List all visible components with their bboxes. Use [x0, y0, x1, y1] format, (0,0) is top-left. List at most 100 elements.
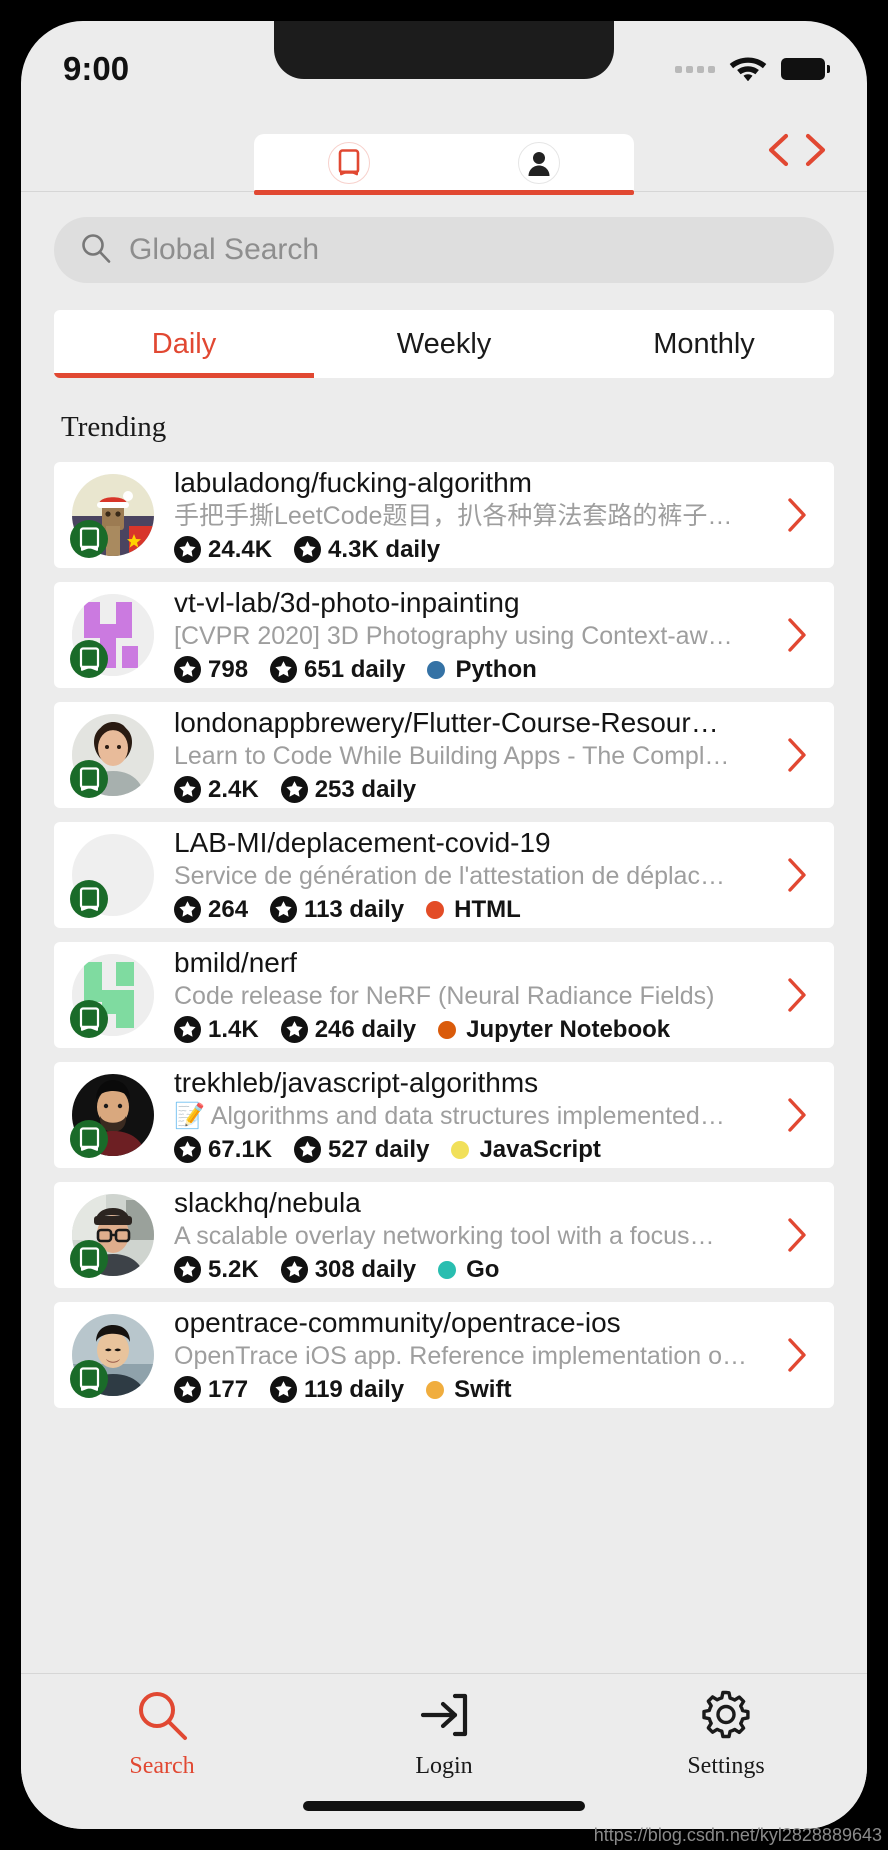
top-tabs	[254, 134, 634, 195]
repo-daily-stars: 4.3K daily	[294, 536, 440, 564]
repo-daily-stars: 119 daily	[270, 1376, 404, 1404]
repo-name: trekhleb/javascript-algorithms	[174, 1067, 539, 1099]
book-badge-icon	[70, 1240, 108, 1278]
repo-daily-stars: 651 daily	[270, 656, 405, 684]
repo-info: slackhq/nebula A scalable overlay network…	[174, 1186, 766, 1284]
repo-stars: 5.2K	[174, 1256, 259, 1284]
home-indicator[interactable]	[303, 1801, 585, 1811]
chevron-right-icon[interactable]	[774, 495, 820, 535]
repo-card[interactable]: bmild/nerf Code release for NeRF (Neural …	[54, 942, 834, 1048]
chevron-right-icon[interactable]	[774, 1335, 820, 1375]
repo-name: bmild/nerf	[174, 947, 297, 979]
nav-item-search[interactable]: Search	[21, 1686, 303, 1780]
nav-label-settings: Settings	[687, 1753, 765, 1779]
repo-card[interactable]: labuladong/fucking-algorithm 手把手撕LeetCode…	[54, 462, 834, 568]
repo-avatar-wrap	[70, 834, 154, 918]
repo-stars: 24.4K	[174, 536, 272, 564]
repo-card[interactable]: LAB-MI/deplacement-covid-19 Service de gé…	[54, 822, 834, 928]
nav-label-login: Login	[415, 1753, 473, 1779]
chevron-right-icon[interactable]	[774, 855, 820, 895]
language-color-dot	[438, 1260, 457, 1279]
status-time: 9:00	[63, 50, 130, 87]
top-tab-underline	[254, 190, 634, 195]
repo-card[interactable]: slackhq/nebula A scalable overlay network…	[54, 1182, 834, 1288]
language-color-dot	[451, 1140, 470, 1159]
repo-stars-label: 5.2K	[208, 1255, 259, 1283]
repo-stars: 177	[174, 1376, 248, 1404]
wifi-icon	[728, 52, 768, 86]
repo-language: HTML	[426, 896, 521, 924]
repo-meta: 2.4K 253 daily	[174, 776, 766, 804]
language-color-dot	[438, 1020, 457, 1039]
chevron-right-icon[interactable]	[774, 1215, 820, 1255]
repo-info: labuladong/fucking-algorithm 手把手撕LeetCode…	[174, 466, 766, 564]
repo-info: vt-vl-lab/3d-photo-inpainting [CVPR 2020]…	[174, 586, 766, 684]
repo-meta: 67.1K 527 daily JavaScript	[174, 1136, 766, 1164]
search-icon	[80, 232, 112, 269]
repo-description: [CVPR 2020] 3D Photography using Context…	[174, 622, 733, 651]
repo-card[interactable]: trekhleb/javascript-algorithms 📝 Algorith…	[54, 1062, 834, 1168]
tab-profile[interactable]	[444, 134, 634, 192]
top-tab-bar	[21, 103, 867, 195]
repo-daily-stars: 308 daily	[280, 1255, 417, 1284]
repo-stars-label: 798	[208, 655, 249, 683]
repo-stars: 2.4K	[174, 776, 259, 804]
repo-daily-stars: 246 daily	[280, 1015, 417, 1044]
repo-daily-label: 651 daily	[304, 655, 406, 683]
period-tab-weekly[interactable]: Weekly	[314, 310, 574, 378]
phone-screen: 9:00 Global Search Daily Weekly Monthly …	[21, 21, 867, 1829]
nav-item-login[interactable]: Login	[303, 1686, 585, 1780]
language-color-dot	[427, 660, 446, 679]
search-icon	[133, 1686, 191, 1749]
repo-daily-label: 246 daily	[314, 1015, 417, 1043]
repo-language: Python	[427, 656, 537, 684]
repo-description: 手把手撕LeetCode题目，扒各种算法套路的裤子…	[174, 502, 733, 531]
code-brackets-icon[interactable]	[761, 125, 833, 175]
repo-card[interactable]: opentrace-community/opentrace-ios OpenTra…	[54, 1302, 834, 1408]
repo-meta: 5.2K 308 daily Go	[174, 1256, 766, 1284]
period-tab-daily[interactable]: Daily	[54, 310, 314, 378]
repo-description: Learn to Code While Building Apps - The …	[174, 742, 730, 771]
repo-daily-stars: 113 daily	[270, 896, 404, 924]
search-input[interactable]: Global Search	[54, 217, 834, 283]
main-content: Global Search Daily Weekly Monthly Trend…	[21, 192, 867, 1673]
chevron-right-icon[interactable]	[774, 615, 820, 655]
repo-info: bmild/nerf Code release for NeRF (Neural …	[174, 946, 766, 1044]
chevron-right-icon[interactable]	[774, 1095, 820, 1135]
repo-stars: 264	[174, 896, 248, 924]
repo-card[interactable]: vt-vl-lab/3d-photo-inpainting [CVPR 2020]…	[54, 582, 834, 688]
repo-language-label: Swift	[454, 1375, 512, 1403]
repo-daily-stars: 253 daily	[280, 775, 417, 804]
repo-daily-label: 253 daily	[314, 775, 417, 803]
repo-language-label: HTML	[454, 895, 521, 923]
section-title: Trending	[61, 411, 167, 443]
repo-description: A scalable overlay networking tool with …	[174, 1222, 715, 1251]
nav-item-settings[interactable]: Settings	[585, 1686, 867, 1780]
person-icon	[518, 142, 560, 184]
repo-name: vt-vl-lab/3d-photo-inpainting	[174, 587, 520, 619]
repo-stars-label: 24.4K	[208, 535, 273, 563]
book-icon	[328, 142, 370, 184]
chevron-right-icon[interactable]	[774, 975, 820, 1015]
device-notch	[274, 21, 614, 79]
book-badge-icon	[70, 1120, 108, 1158]
search-section: Global Search	[21, 192, 867, 283]
repo-info: trekhleb/javascript-algorithms 📝 Algorith…	[174, 1066, 766, 1164]
repo-card[interactable]: londonappbrewery/Flutter-Course-Resour… L…	[54, 702, 834, 808]
repo-language: Swift	[426, 1376, 511, 1404]
repo-name: LAB-MI/deplacement-covid-19	[174, 827, 551, 859]
book-badge-icon	[70, 1000, 108, 1038]
repo-stars-label: 1.4K	[208, 1015, 259, 1043]
repo-daily-label: 113 daily	[304, 895, 405, 923]
tab-repos[interactable]	[254, 134, 444, 192]
period-tab-monthly[interactable]: Monthly	[574, 310, 834, 378]
repo-daily-label: 308 daily	[314, 1255, 417, 1283]
repo-info: LAB-MI/deplacement-covid-19 Service de gé…	[174, 826, 766, 924]
chevron-right-icon[interactable]	[774, 735, 820, 775]
period-tabs: Daily Weekly Monthly	[54, 310, 834, 378]
repo-description: Service de génération de l'attestation d…	[174, 862, 725, 891]
repo-description: 📝 Algorithms and data structures impleme…	[174, 1102, 725, 1131]
language-color-dot	[426, 900, 445, 919]
repo-stars-label: 67.1K	[208, 1135, 273, 1163]
repo-info: londonappbrewery/Flutter-Course-Resour… L…	[174, 706, 766, 804]
